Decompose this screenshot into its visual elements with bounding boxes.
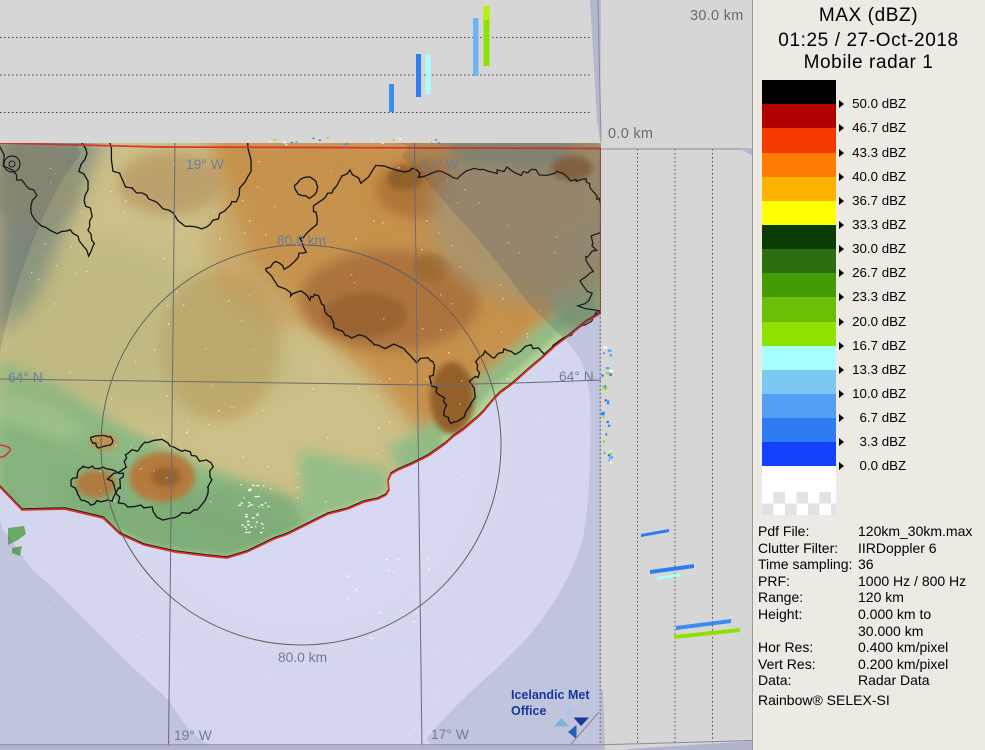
svg-text:64° N: 64° N (8, 370, 43, 385)
svg-text:17° W: 17° W (421, 157, 459, 172)
svg-text:64° N: 64° N (559, 369, 594, 384)
svg-text:80.0 km: 80.0 km (278, 650, 327, 665)
svg-text:17° W: 17° W (431, 727, 469, 742)
svg-text:Icelandic Met: Icelandic Met (511, 688, 590, 702)
svg-text:80.0 km: 80.0 km (277, 233, 326, 248)
svg-text:19° W: 19° W (174, 728, 212, 743)
svg-text:19° W: 19° W (186, 157, 224, 172)
svg-text:Office: Office (511, 704, 546, 718)
